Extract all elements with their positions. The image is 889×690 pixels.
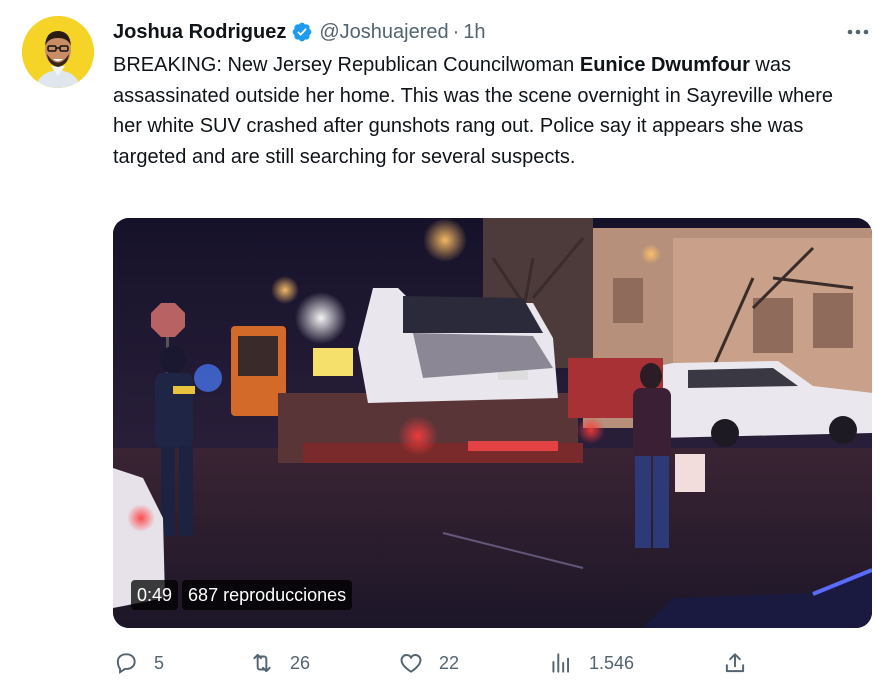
reply-icon (116, 653, 136, 675)
tweet-video[interactable]: 0:49 687 reproducciones (113, 218, 872, 628)
retweet-count: 26 (290, 652, 311, 673)
retweet-button[interactable]: 26 (249, 647, 310, 679)
author-handle[interactable]: @Joshuajered (319, 21, 448, 44)
author-avatar[interactable] (22, 16, 94, 88)
video-frame-image (113, 218, 872, 628)
like-count: 22 (439, 652, 460, 673)
author-display-name[interactable]: Joshua Rodriguez (113, 21, 286, 44)
views-button[interactable]: 1.546 (548, 647, 634, 679)
tweet: Joshua Rodriguez @Joshuajered · 1h BREAK… (0, 0, 889, 690)
tweet-actions: 5 26 22 1.546 (113, 647, 873, 679)
retweet-icon (253, 653, 271, 673)
header-separator: · (452, 20, 460, 43)
video-duration: 0:49 (131, 580, 179, 610)
heart-icon (400, 654, 422, 673)
share-button[interactable] (722, 647, 748, 679)
reply-count: 5 (154, 652, 165, 673)
mentioned-name: Eunice Dwumfour (579, 54, 750, 76)
reply-button[interactable]: 5 (113, 647, 164, 679)
share-icon (725, 653, 745, 673)
tweet-text: BREAKING: New Jersey Republican Councilw… (113, 50, 858, 172)
tweet-header: Joshua Rodriguez @Joshuajered · 1h (113, 18, 486, 46)
views-chart-icon (552, 653, 570, 673)
view-count: 1.546 (589, 652, 635, 673)
more-options-icon[interactable] (843, 22, 873, 42)
verified-badge-icon[interactable] (291, 21, 313, 43)
like-button[interactable]: 22 (398, 647, 459, 679)
video-badges: 0:49 687 reproducciones (131, 580, 353, 610)
tweet-timestamp[interactable]: 1h (463, 21, 485, 44)
video-view-count: 687 reproducciones (182, 580, 353, 610)
tweet-text-part1: BREAKING: New Jersey Republican Councilw… (113, 54, 580, 76)
avatar-image (22, 16, 94, 88)
